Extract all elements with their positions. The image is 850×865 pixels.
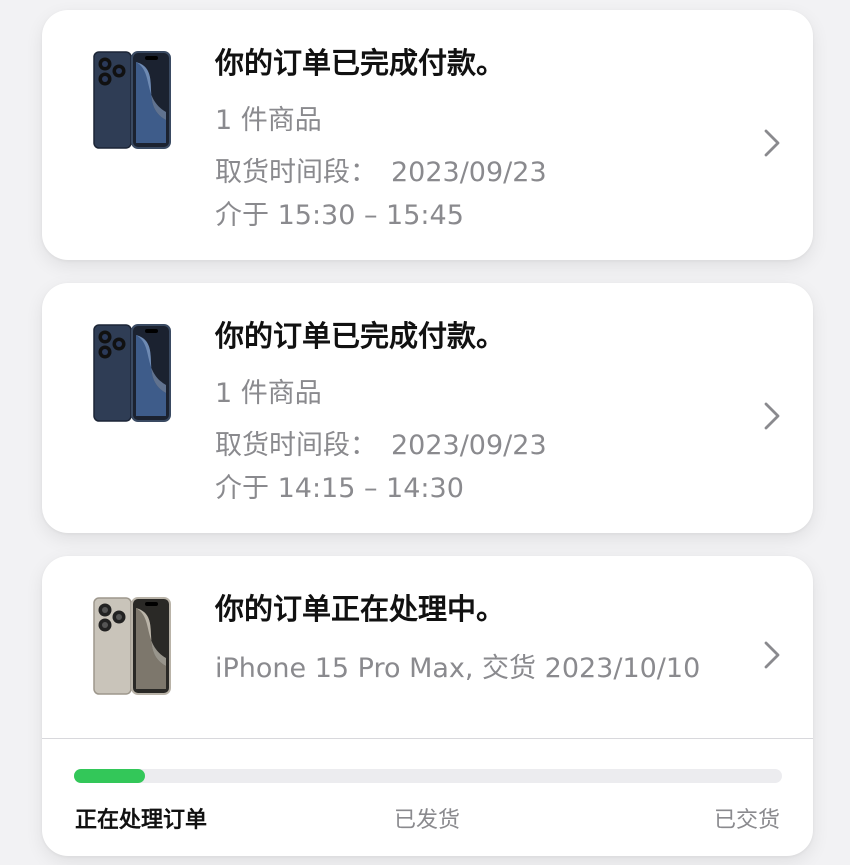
chevron-right-icon[interactable] [763,640,781,670]
pickup-date: 2023/09/23 [391,430,547,461]
order-card[interactable]: 你的订单正在处理中。 iPhone 15 Pro Max, 交货 2023/10… [42,556,813,856]
pickup-window: 介于 15:30 – 15:45 [215,200,464,231]
pickup-label: 取货时间段： [215,430,377,461]
progress-fill [74,769,145,783]
item-count: 1 件商品 [215,105,322,136]
pickup-date: 2023/09/23 [391,157,547,188]
order-status: 你的订单已完成付款。 [215,319,506,353]
iphone-blue-titanium-icon [93,51,171,149]
iphone-blue-titanium-icon [93,324,171,422]
progress-step-processing: 正在处理订单 [75,808,208,833]
pickup-date-row: 取货时间段： 2023/09/23 [215,150,547,189]
progress-step-shipped: 已发货 [394,808,461,833]
chevron-right-icon[interactable] [763,128,781,158]
progress-step-delivered: 已交货 [713,808,780,833]
iphone-natural-titanium-icon [93,597,171,695]
divider [42,738,813,739]
item-count: 1 件商品 [215,378,322,409]
progress-track [74,769,782,783]
order-detail: iPhone 15 Pro Max, 交货 2023/10/10 [215,653,701,684]
chevron-right-icon[interactable] [763,401,781,431]
order-card[interactable]: 你的订单已完成付款。 1 件商品 取货时间段： 2023/09/23 介于 14:… [42,283,813,533]
pickup-label: 取货时间段： [215,157,377,188]
order-status: 你的订单已完成付款。 [215,46,506,80]
order-status: 你的订单正在处理中。 [215,592,506,626]
pickup-window: 介于 14:15 – 14:30 [215,473,464,504]
pickup-date-row: 取货时间段： 2023/09/23 [215,423,547,462]
order-card[interactable]: 你的订单已完成付款。 1 件商品 取货时间段： 2023/09/23 介于 15:… [42,10,813,260]
